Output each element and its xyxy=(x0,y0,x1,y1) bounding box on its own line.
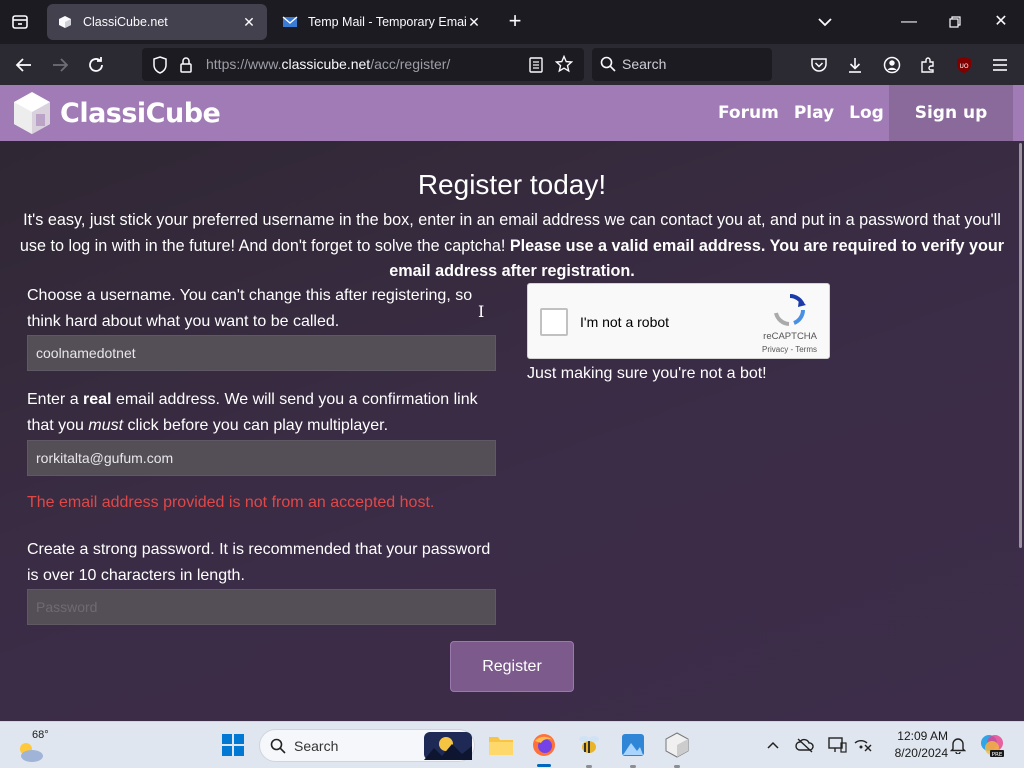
svg-text:UO: UO xyxy=(959,63,968,70)
onedrive-offline-icon[interactable] xyxy=(794,734,816,756)
recaptcha-terms-link[interactable]: Privacy - Terms xyxy=(762,345,817,354)
taskbar-search[interactable]: Search xyxy=(259,729,475,762)
tab-title: ClassiCube.net xyxy=(83,15,168,29)
recaptcha-brand: reCAPTCHA xyxy=(763,331,817,342)
taskbar-clock[interactable]: 12:09 AM 8/20/2024 xyxy=(878,728,948,762)
password-input[interactable]: Password xyxy=(27,589,496,625)
search-icon xyxy=(600,56,616,77)
search-highlight-icon xyxy=(424,732,472,765)
search-icon xyxy=(270,738,286,759)
back-arrow-icon[interactable] xyxy=(11,52,37,78)
browser-navigation-bar: https://www.classicube.net/acc/register/… xyxy=(0,44,1024,85)
reload-icon[interactable] xyxy=(83,52,109,78)
recaptcha-label: I'm not a robot xyxy=(580,314,670,330)
file-explorer-icon[interactable] xyxy=(487,731,515,759)
site-name: ClassiCube xyxy=(60,97,221,129)
tab-classicube[interactable]: ClassiCube.net ✕ xyxy=(47,4,267,40)
new-tab-plus-icon[interactable]: + xyxy=(503,10,527,34)
text-cursor-icon: I xyxy=(478,302,485,321)
chevron-down-icon[interactable] xyxy=(814,12,836,32)
network-volume-icon[interactable] xyxy=(852,734,874,756)
password-label: Create a strong password. It is recommen… xyxy=(27,541,491,584)
username-input[interactable]: coolnamedotnet xyxy=(27,335,496,371)
extensions-icon[interactable] xyxy=(915,52,941,78)
windows-start-icon[interactable] xyxy=(219,731,247,759)
register-button[interactable]: Register xyxy=(450,641,574,692)
close-tab-icon[interactable]: ✕ xyxy=(466,14,482,30)
lock-icon[interactable] xyxy=(179,56,193,79)
nav-forum-link[interactable]: Forum xyxy=(718,103,779,123)
ublock-icon[interactable]: UO xyxy=(951,52,977,78)
tab-list-icon[interactable] xyxy=(8,10,32,34)
recaptcha-checkbox[interactable] xyxy=(540,308,568,336)
site-logo[interactable]: ClassiCube xyxy=(12,90,221,136)
username-label: Choose a username. You can't change this… xyxy=(27,287,473,330)
restore-icon[interactable] xyxy=(940,8,970,36)
search-bar[interactable]: Search xyxy=(592,48,772,81)
email-label: Enter a real email address. We will send… xyxy=(27,391,478,434)
url-text: https://www.classicube.net/acc/register/ xyxy=(206,56,451,72)
page-title: Register today! xyxy=(417,169,607,200)
chevron-up-icon[interactable] xyxy=(762,734,784,756)
shield-icon[interactable] xyxy=(152,56,168,79)
recaptcha-widget: I'm not a robot reCAPTCHA Privacy - Term… xyxy=(527,283,830,359)
intro-text: It's easy, just stick your preferred use… xyxy=(19,211,1005,280)
svg-text:PRE: PRE xyxy=(992,752,1003,758)
url-bar[interactable]: https://www.classicube.net/acc/register/ xyxy=(142,48,584,81)
close-window-icon[interactable]: ✕ xyxy=(986,8,1016,36)
captcha-note: Just making sure you're not a bot! xyxy=(527,365,767,382)
download-icon[interactable] xyxy=(842,52,868,78)
taskbar-search-label: Search xyxy=(294,738,339,754)
weather-cloud-icon xyxy=(20,743,43,762)
clock-time: 12:09 AM xyxy=(897,729,948,743)
classicube-app-icon[interactable] xyxy=(663,731,691,759)
display-icon[interactable] xyxy=(826,734,848,756)
recaptcha-logo-icon xyxy=(773,293,807,332)
bee-app-icon[interactable] xyxy=(575,731,603,759)
tab-title: Temp Mail - Temporary Email xyxy=(308,15,466,29)
sign-up-link[interactable]: Sign up xyxy=(889,85,1013,141)
hamburger-menu-icon[interactable] xyxy=(987,52,1013,78)
firefox-active-indicator xyxy=(537,764,551,767)
site-header: ClassiCube Forum Play Log in Sign up xyxy=(0,85,1024,141)
firefox-icon[interactable] xyxy=(530,731,558,759)
close-tab-icon[interactable]: ✕ xyxy=(241,14,257,30)
notification-bell-icon[interactable] xyxy=(947,734,969,756)
search-placeholder: Search xyxy=(622,56,667,72)
forward-arrow-icon[interactable] xyxy=(47,52,73,78)
windows-taskbar: 68° Search 12:09 AM 8/20/2024 PRE xyxy=(0,721,1024,768)
minimize-icon[interactable]: — xyxy=(894,8,924,36)
register-page: Register today! It's easy, just stick yo… xyxy=(0,141,1024,721)
pocket-icon[interactable] xyxy=(806,52,832,78)
photos-app-icon[interactable] xyxy=(619,731,647,759)
page-scrollbar[interactable] xyxy=(1019,143,1022,548)
tab-temp-mail[interactable]: Temp Mail - Temporary Email ✕ xyxy=(272,4,492,40)
clock-date: 8/20/2024 xyxy=(894,746,948,760)
nav-play-link[interactable]: Play xyxy=(794,103,834,123)
weather-temp: 68° xyxy=(32,729,49,741)
weather-widget[interactable]: 68° xyxy=(16,729,50,763)
cube-logo-icon xyxy=(14,92,50,134)
reader-view-icon[interactable] xyxy=(528,56,544,79)
email-input[interactable]: rorkitalta@gufum.com xyxy=(27,440,496,476)
copilot-icon[interactable]: PRE xyxy=(978,731,1006,759)
cube-favicon-icon xyxy=(57,14,73,30)
bookmark-star-icon[interactable] xyxy=(554,54,574,78)
account-icon[interactable] xyxy=(879,52,905,78)
browser-tab-strip: ClassiCube.net ✕ Temp Mail - Temporary E… xyxy=(0,0,1024,44)
email-error-message: The email address provided is not from a… xyxy=(27,494,435,511)
mail-favicon-icon xyxy=(282,14,298,30)
